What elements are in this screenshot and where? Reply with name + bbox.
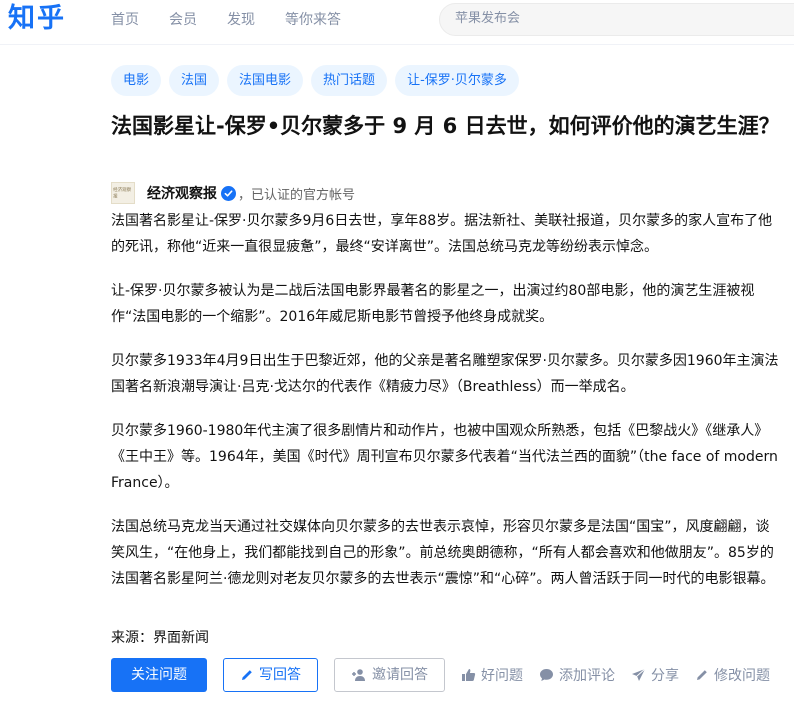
topic-tag-france[interactable]: 法国 — [169, 65, 220, 96]
avatar-logo-text: 经济观察报 — [113, 187, 132, 200]
content-paragraph: 法国总统马克龙当天通过社交媒体向贝尔蒙多的去世表示哀悼，形容贝尔蒙多是法国“国宝… — [111, 519, 775, 587]
avatar[interactable]: 经济观察报 — [111, 182, 135, 204]
search-box[interactable] — [439, 3, 794, 36]
add-comment-label: 添加评论 — [559, 668, 615, 684]
header-divider — [0, 44, 794, 45]
topic-tag-movie[interactable]: 电影 — [111, 65, 162, 96]
question-actions: 关注问题 写回答 邀请回答 好问题 添加评论 分享 修改问题 — [111, 658, 794, 692]
nav-discover[interactable]: 发现 — [227, 0, 255, 40]
nav-home[interactable]: 首页 — [111, 0, 139, 40]
write-answer-label: 写回答 — [259, 667, 301, 683]
topic-tags: 电影 法国 法国电影 热门话题 让-保罗·贝尔蒙多 — [111, 65, 527, 96]
invite-answer-button[interactable]: 邀请回答 — [334, 658, 445, 692]
share-button[interactable]: 分享 — [631, 665, 679, 685]
write-answer-button[interactable]: 写回答 — [223, 658, 318, 692]
zhihu-logo[interactable]: 知乎 — [8, 0, 66, 38]
share-label: 分享 — [651, 668, 679, 684]
topic-tag-belmondo[interactable]: 让-保罗·贝尔蒙多 — [395, 65, 519, 96]
top-navigation-bar: 知乎 首页 会员 发现 等你来答 — [0, 0, 794, 40]
content-paragraph: 贝尔蒙多1960-1980年代主演了很多剧情片和动作片，也被中国观众所熟悉，包括… — [111, 423, 778, 491]
author-description: ，已认证的官方帐号 — [238, 187, 356, 203]
author-info: 经济观察报 经济观察报 ，已认证的官方帐号 — [111, 181, 355, 205]
nav-waiting-answers[interactable]: 等你来答 — [285, 0, 341, 40]
nav-membership[interactable]: 会员 — [169, 0, 197, 40]
pencil-icon — [240, 668, 254, 682]
thumbs-up-icon — [461, 668, 476, 682]
author-name[interactable]: 经济观察报 — [147, 183, 217, 203]
pencil-icon — [695, 668, 709, 682]
content-paragraph: 法国著名影星让-保罗·贝尔蒙多9月6日去世，享年88岁。据法新社、美联社报道，贝… — [111, 213, 773, 255]
add-comment-button[interactable]: 添加评论 — [539, 665, 615, 685]
main-nav: 首页 会员 发现 等你来答 — [111, 0, 371, 40]
invite-answer-label: 邀请回答 — [372, 667, 428, 683]
good-question-button[interactable]: 好问题 — [461, 665, 523, 685]
topic-tag-hot-topics[interactable]: 热门话题 — [311, 65, 388, 96]
follow-question-button[interactable]: 关注问题 — [111, 658, 207, 692]
content-paragraph: 让-保罗·贝尔蒙多被认为是二战后法国电影界最著名的影星之一，出演过约80部电影，… — [111, 283, 755, 325]
content-source: 来源：界面新闻 — [111, 630, 209, 646]
question-title: 法国影星让-保罗•贝尔蒙多于 9 月 6 日去世，如何评价他的演艺生涯？ — [111, 114, 780, 138]
content-paragraph: 贝尔蒙多1933年4月9日出生于巴黎近郊，他的父亲是著名雕塑家保罗·贝尔蒙多。贝… — [111, 353, 779, 395]
add-user-icon — [351, 668, 367, 682]
search-input[interactable] — [455, 11, 755, 26]
verified-badge-icon — [221, 185, 236, 201]
comment-icon — [539, 668, 554, 682]
topic-tag-french-film[interactable]: 法国电影 — [227, 65, 304, 96]
edit-question-label: 修改问题 — [714, 668, 770, 684]
good-question-label: 好问题 — [481, 668, 523, 684]
edit-question-button[interactable]: 修改问题 — [695, 665, 770, 685]
question-detail: 法国著名影星让-保罗·贝尔蒙多9月6日去世，享年88岁。据法新社、美联社报道，贝… — [111, 208, 783, 610]
share-icon — [631, 668, 646, 682]
